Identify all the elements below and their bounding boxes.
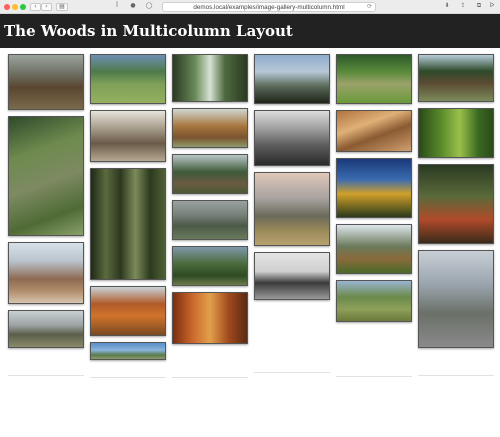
gallery-photo[interactable]: [336, 224, 412, 274]
download-icon[interactable]: ⬇: [442, 3, 452, 11]
gallery-photo[interactable]: [90, 342, 166, 360]
gallery-photo[interactable]: [172, 108, 248, 148]
gallery-photo[interactable]: [8, 116, 84, 236]
gallery-photo[interactable]: [418, 108, 494, 158]
column-end-divider: [254, 372, 330, 373]
tabs-overview-icon[interactable]: ⧉: [474, 3, 484, 11]
reload-icon[interactable]: ⟳: [367, 4, 372, 11]
close-window-button[interactable]: [4, 4, 10, 10]
gallery-photo[interactable]: [172, 292, 248, 344]
gallery-photo[interactable]: [8, 242, 84, 304]
column-end-divider: [8, 375, 84, 376]
forward-button[interactable]: ›: [41, 3, 52, 11]
zoom-window-button[interactable]: [20, 4, 26, 10]
extension-icon[interactable]: ◯: [144, 3, 154, 11]
column-end-divider: [418, 375, 494, 376]
back-button[interactable]: ‹: [30, 3, 41, 11]
gallery-photo[interactable]: [90, 54, 166, 104]
page-title: The Woods in Multicolumn Layout: [4, 22, 293, 40]
share-icon[interactable]: ⇪: [458, 3, 468, 11]
gallery-photo[interactable]: [254, 54, 330, 104]
column-end-divider: [172, 377, 248, 378]
gallery-photo[interactable]: [336, 54, 412, 104]
gallery-photo[interactable]: [90, 286, 166, 336]
gallery-photo[interactable]: [90, 110, 166, 162]
gallery-photo[interactable]: [90, 168, 166, 280]
gallery-photo[interactable]: [336, 280, 412, 322]
gallery-photo[interactable]: [8, 310, 84, 348]
relay-icon[interactable]: ᐅ: [488, 3, 496, 11]
gallery-photo[interactable]: [418, 54, 494, 102]
page-header: The Woods in Multicolumn Layout: [0, 14, 500, 48]
column-end-divider: [90, 377, 166, 378]
url-text: demos.local/examples/image-gallery-multi…: [193, 4, 345, 11]
gallery-photo[interactable]: [254, 172, 330, 246]
minimize-window-button[interactable]: [12, 4, 18, 10]
gallery-photo[interactable]: [336, 110, 412, 152]
gallery-photo[interactable]: [172, 54, 248, 102]
browser-toolbar: ‹ › ▤ ꟾ ● ◯ demos.local/examples/image-g…: [0, 0, 500, 14]
gallery-photo[interactable]: [254, 252, 330, 300]
gallery-photo[interactable]: [336, 158, 412, 218]
gallery-photo[interactable]: [172, 154, 248, 194]
sidebar-toggle-icon[interactable]: ▤: [56, 3, 68, 11]
gallery-photo[interactable]: [418, 250, 494, 348]
gallery-photo[interactable]: [8, 54, 84, 110]
reader-icon[interactable]: ꟾ: [112, 3, 122, 11]
gallery-photo[interactable]: [172, 246, 248, 286]
address-bar[interactable]: demos.local/examples/image-gallery-multi…: [162, 2, 376, 12]
gallery-photo[interactable]: [418, 164, 494, 244]
column-end-divider: [336, 376, 412, 377]
photo-gallery: [0, 48, 500, 437]
browser-window: ‹ › ▤ ꟾ ● ◯ demos.local/examples/image-g…: [0, 0, 500, 437]
gallery-photo[interactable]: [254, 110, 330, 166]
privacy-icon[interactable]: ●: [128, 3, 138, 11]
gallery-photo[interactable]: [172, 200, 248, 240]
